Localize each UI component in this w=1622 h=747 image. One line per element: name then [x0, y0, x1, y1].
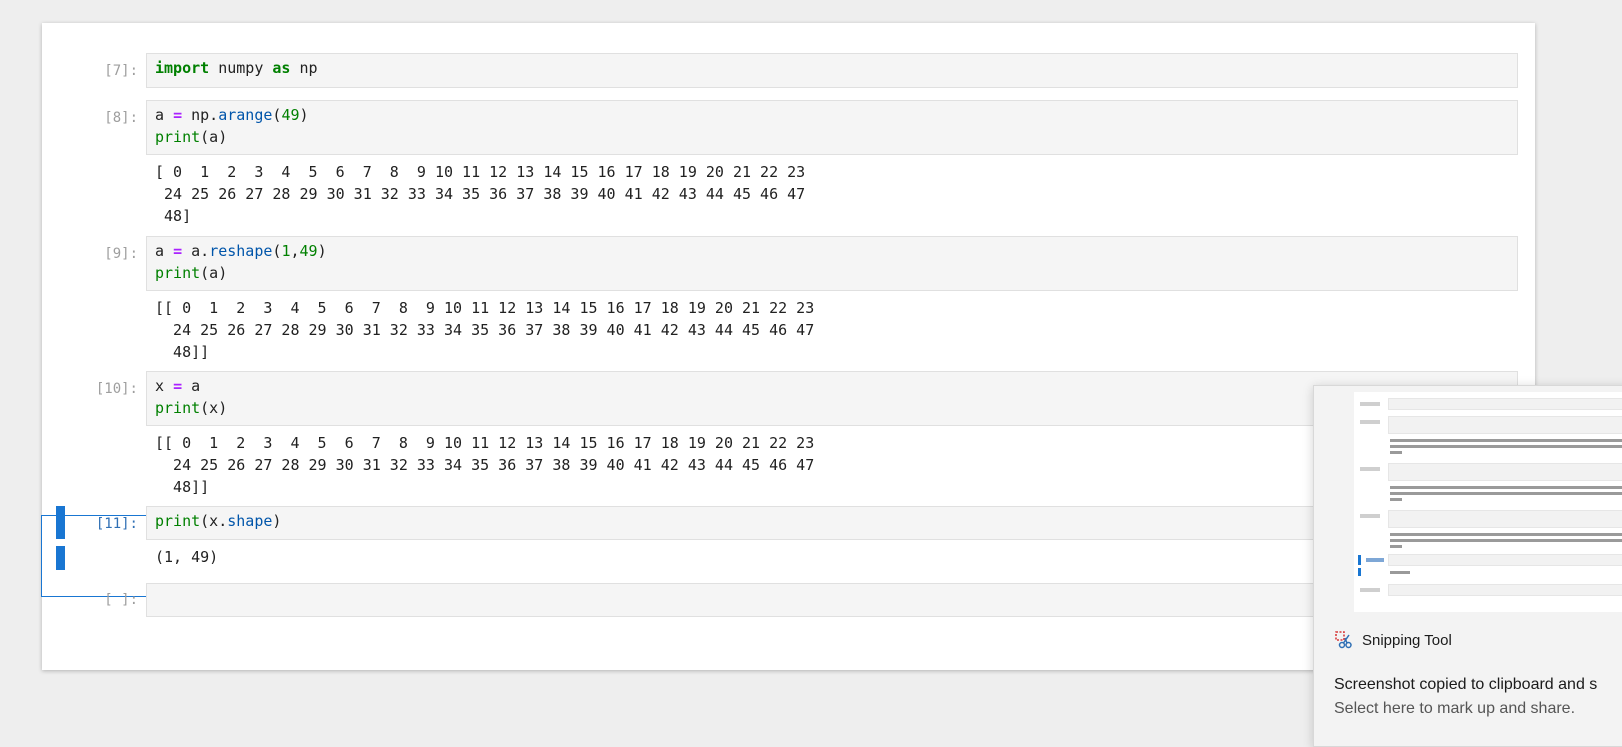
code-token: a	[155, 106, 174, 124]
code-token: a	[155, 242, 174, 260]
code-line: print(a)	[155, 126, 1509, 148]
code-token: print	[155, 512, 201, 530]
code-token: (a)	[200, 264, 228, 282]
code-token: np.	[182, 106, 219, 124]
execution-prompt: [7]:	[104, 63, 138, 79]
notebook-panel: [7]: import numpy as np [8]: a = np.aran…	[41, 23, 1535, 670]
toast-app-name: Snipping Tool	[1362, 631, 1452, 649]
code-line: print(a)	[155, 262, 1509, 284]
code-input[interactable]: a = np.arange(49) print(a)	[146, 100, 1518, 155]
screenshot-thumbnail[interactable]	[1354, 392, 1622, 612]
code-token: )	[272, 512, 282, 530]
code-line: x = a	[155, 375, 1509, 397]
code-token: (a)	[200, 128, 228, 146]
code-token: (x)	[200, 399, 228, 417]
code-input[interactable]: import numpy as np	[146, 53, 1518, 88]
code-token: =	[173, 242, 183, 260]
code-token: a.	[182, 242, 210, 260]
code-token: print	[155, 399, 201, 417]
code-line: import numpy as np	[155, 57, 1509, 79]
code-token: numpy	[209, 59, 273, 77]
scissors-icon	[1334, 630, 1354, 650]
code-token: arange	[218, 106, 273, 124]
execution-prompt: [ ]:	[104, 592, 138, 608]
cell-output: [[ 0 1 2 3 4 5 6 7 8 9 10 11 12 13 14 15…	[155, 434, 815, 496]
code-token: )	[317, 242, 327, 260]
code-token: import	[155, 59, 210, 77]
snipping-tool-notification[interactable]: Snipping Tool Screenshot copied to clipb…	[1313, 385, 1622, 747]
code-token: =	[173, 377, 183, 395]
toast-app-header: Snipping Tool	[1334, 628, 1452, 652]
code-line: print(x)	[155, 397, 1509, 419]
toast-title[interactable]: Screenshot copied to clipboard and s	[1334, 676, 1597, 694]
code-input[interactable]: a = a.reshape(1,49) print(a)	[146, 236, 1518, 291]
code-token: as	[272, 59, 291, 77]
code-token: shape	[227, 512, 273, 530]
code-token: (x.	[200, 512, 228, 530]
output-collapser[interactable]	[56, 546, 65, 570]
execution-prompt: [11]:	[95, 516, 138, 532]
code-token: print	[155, 128, 201, 146]
code-token: a	[182, 377, 201, 395]
code-token: x	[155, 377, 174, 395]
cell-output: (1, 49)	[155, 548, 219, 566]
code-token: 49	[299, 242, 318, 260]
execution-prompt: [10]:	[95, 381, 138, 397]
code-token: )	[299, 106, 309, 124]
code-token: print	[155, 264, 201, 282]
code-token: np	[290, 59, 318, 77]
cell-output: [ 0 1 2 3 4 5 6 7 8 9 10 11 12 13 14 15 …	[155, 163, 806, 225]
execution-prompt: [9]:	[104, 246, 138, 262]
execution-prompt: [8]:	[104, 110, 138, 126]
code-token: ,	[290, 242, 300, 260]
code-token: =	[173, 106, 183, 124]
toast-subtitle[interactable]: Select here to mark up and share.	[1334, 700, 1575, 718]
code-line: a = np.arange(49)	[155, 104, 1509, 126]
code-line: ​	[155, 587, 1509, 609]
code-token: 49	[281, 106, 300, 124]
code-line: a = a.reshape(1,49)	[155, 240, 1509, 262]
code-line: print(x.shape)	[155, 510, 1509, 532]
code-token: reshape	[209, 242, 273, 260]
cell-output: [[ 0 1 2 3 4 5 6 7 8 9 10 11 12 13 14 15…	[155, 299, 815, 361]
